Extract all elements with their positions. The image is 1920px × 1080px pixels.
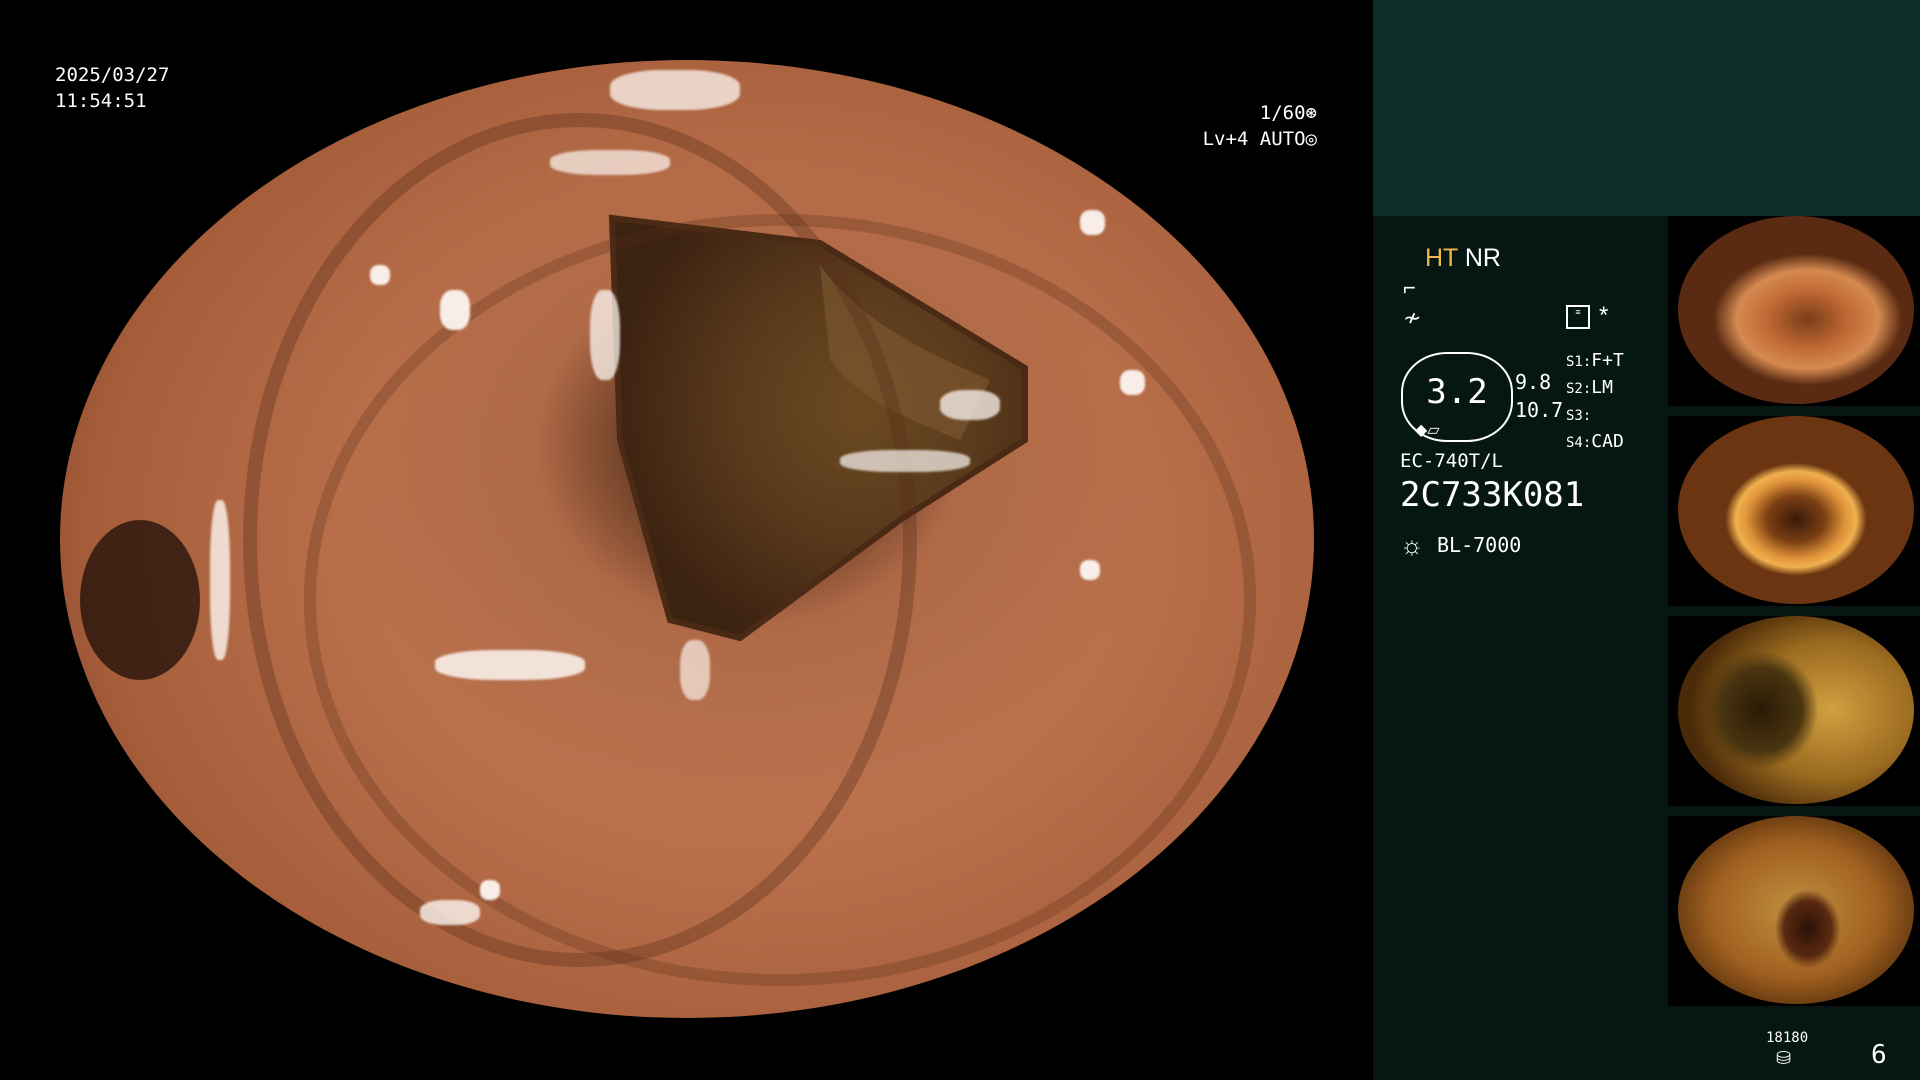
shutter-row: 1/60⊛ xyxy=(1203,100,1317,126)
storage-count: 18180 xyxy=(1766,1030,1809,1046)
status-panel: HT NR ⌐ ≁ ≡ * 3.2 ◆▱ 9.8 10.7 S1:F+T S2:… xyxy=(1373,0,1920,1080)
memo-icon: ≡ xyxy=(1566,305,1590,329)
panel-header-area xyxy=(1373,0,1920,216)
switch-settings: S1:F+T S2:LM S3: S4:CAD xyxy=(1566,348,1624,456)
endoscope-view: 2025/03/27 11:54:51 1/60⊛ Lv+4 AUTO◎ xyxy=(0,0,1373,1080)
level-row: Lv+4 AUTO◎ xyxy=(1203,126,1317,152)
switch-row: S3: xyxy=(1566,408,1592,424)
iris-icon: ◎ xyxy=(1305,128,1317,150)
light-source: BL-7000 xyxy=(1437,533,1522,557)
lumen-shape xyxy=(80,113,1256,986)
storage-icon: ⛁ xyxy=(1776,1048,1792,1068)
endoscopic-image xyxy=(60,60,1314,1018)
level-text: Lv+4 xyxy=(1202,128,1249,150)
light-source-icon: ☼ xyxy=(1400,530,1424,560)
image-count: 6 xyxy=(1871,1040,1887,1070)
iris-mode-text: AUTO xyxy=(1259,128,1306,150)
exposure-info: 1/60⊛ Lv+4 AUTO◎ xyxy=(1203,100,1317,152)
switch-row: S4:CAD xyxy=(1566,431,1624,452)
thumbnail-3[interactable] xyxy=(1668,616,1920,806)
star-icon: * xyxy=(1599,302,1609,329)
mode-nr: NR xyxy=(1464,244,1501,272)
value-bottom: 10.7 xyxy=(1515,398,1564,422)
time-text: 11:54:51 xyxy=(55,90,147,112)
mode-row: HT NR xyxy=(1425,244,1501,273)
timestamp: 2025/03/27 11:54:51 xyxy=(55,62,169,114)
switch-row: S1:F+T xyxy=(1566,350,1624,371)
thumbnail-1[interactable] xyxy=(1668,216,1920,406)
mode-ht: HT xyxy=(1425,244,1458,272)
switch-row: S2:LM xyxy=(1566,377,1613,398)
aperture-icon: ⊛ xyxy=(1305,102,1317,124)
thumbnail-2[interactable] xyxy=(1668,416,1920,606)
scope-serial: 2C733K081 xyxy=(1400,475,1585,515)
thumbnail-4[interactable] xyxy=(1668,816,1920,1006)
value-top: 9.8 xyxy=(1515,370,1552,394)
shutter-text: 1/60 xyxy=(1259,102,1306,124)
zoom-value: 3.2 xyxy=(1426,372,1488,412)
scope-model: EC-740T/L xyxy=(1400,450,1503,472)
scope-tip-icon: ◆▱ xyxy=(1415,422,1440,439)
color-enhance-icon: ≁ xyxy=(1403,305,1422,330)
structure-enhance-icon: ⌐ xyxy=(1403,275,1416,300)
date-text: 2025/03/27 xyxy=(55,64,170,86)
